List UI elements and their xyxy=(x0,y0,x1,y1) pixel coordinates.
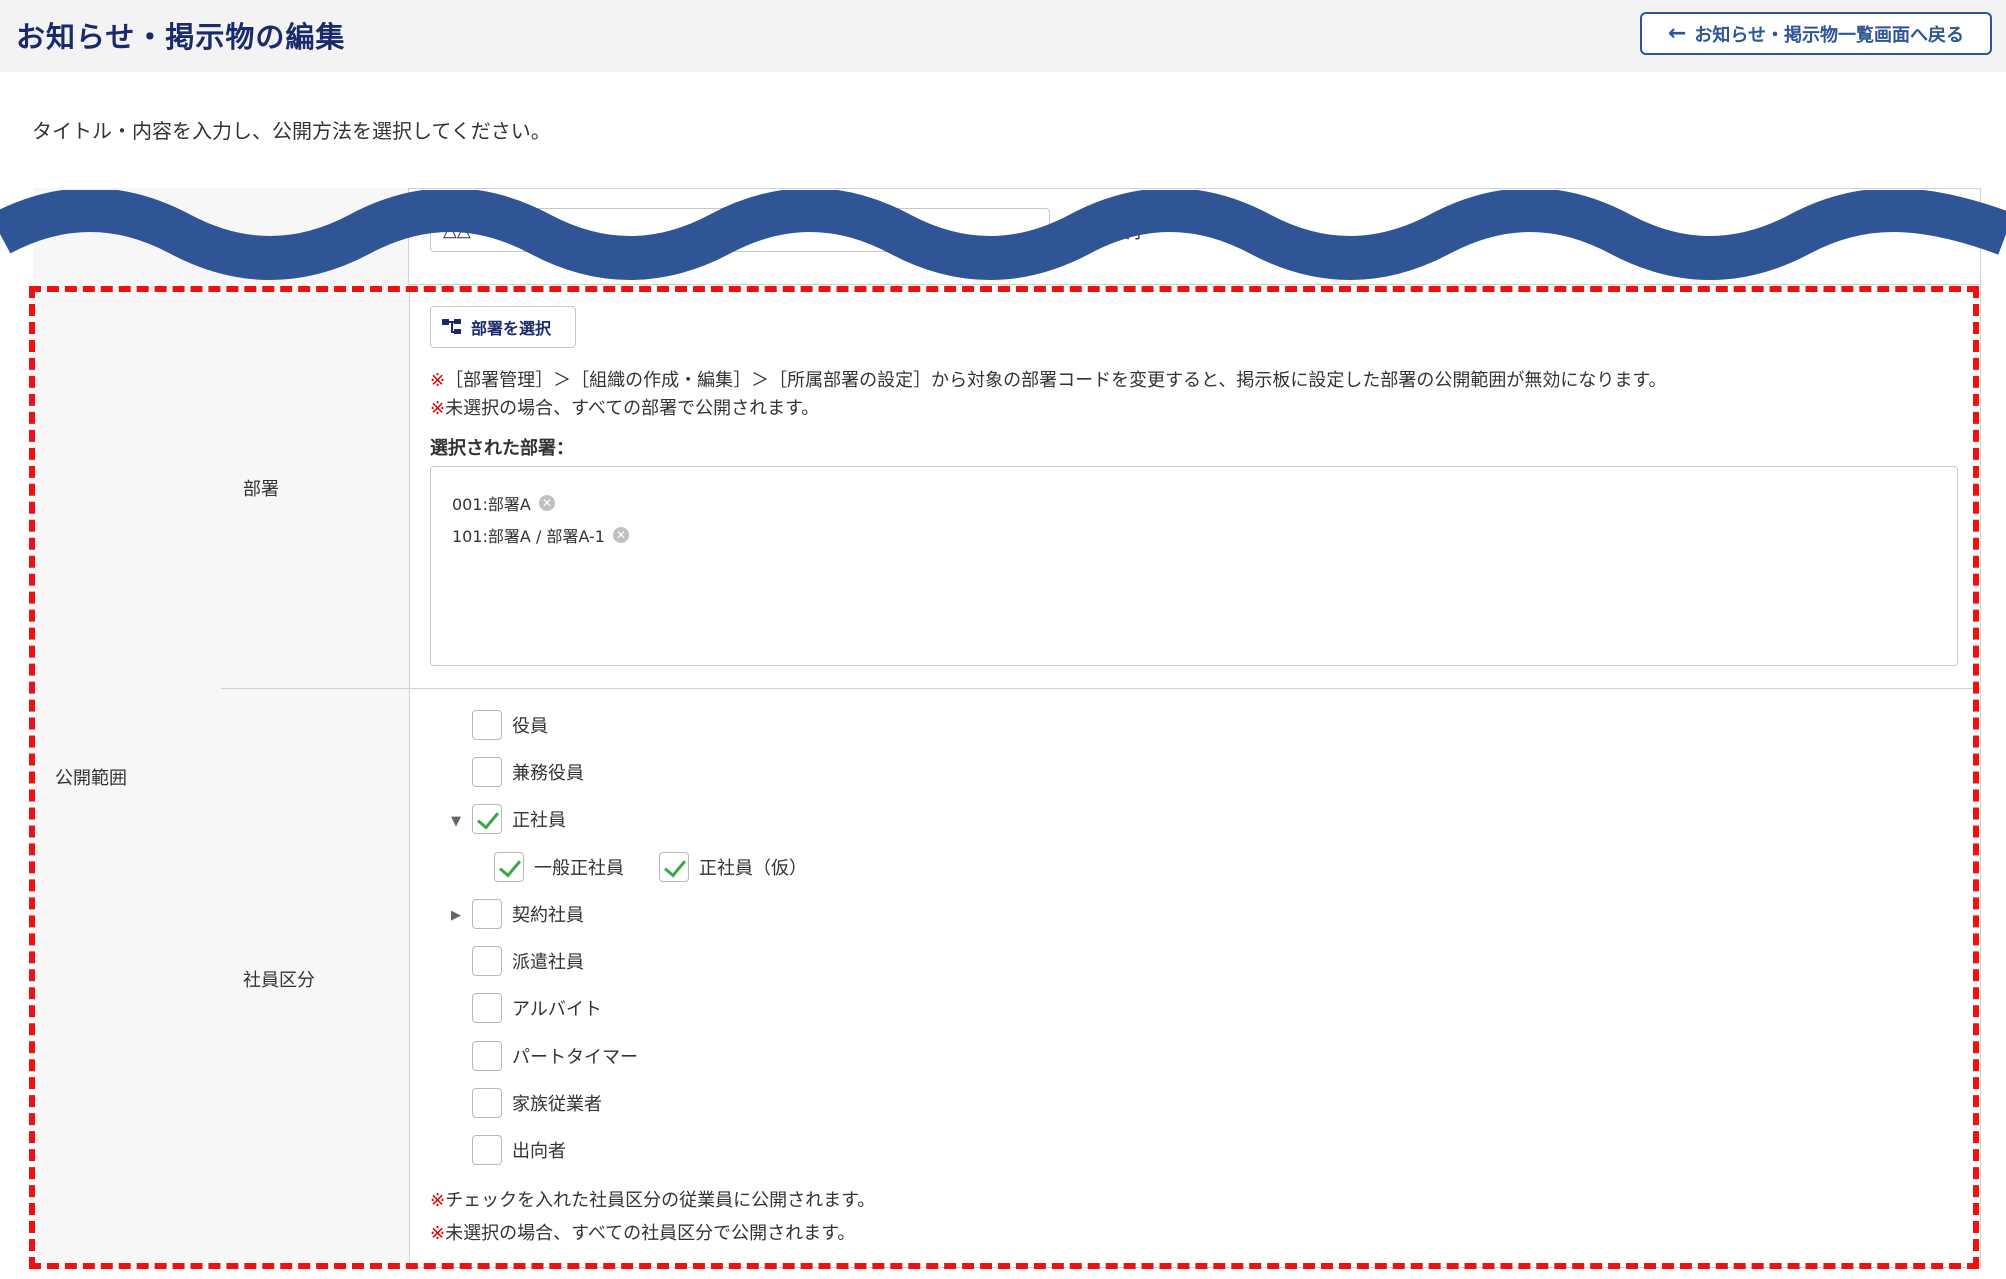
omission-wave xyxy=(0,190,2006,280)
page-title: お知らせ・掲示物の編集 xyxy=(16,20,346,54)
page-header: お知らせ・掲示物の編集 ← お知らせ・掲示物一覧画面へ戻る xyxy=(0,0,2006,72)
instruction-text: タイトル・内容を入力し、公開方法を選択してください。 xyxy=(32,119,551,143)
highlight-frame xyxy=(29,286,1979,1269)
arrow-left-icon: ← xyxy=(1667,21,1687,46)
back-to-list-button[interactable]: ← お知らせ・掲示物一覧画面へ戻る xyxy=(1640,12,1992,55)
back-button-label: お知らせ・掲示物一覧画面へ戻る xyxy=(1694,24,1965,46)
